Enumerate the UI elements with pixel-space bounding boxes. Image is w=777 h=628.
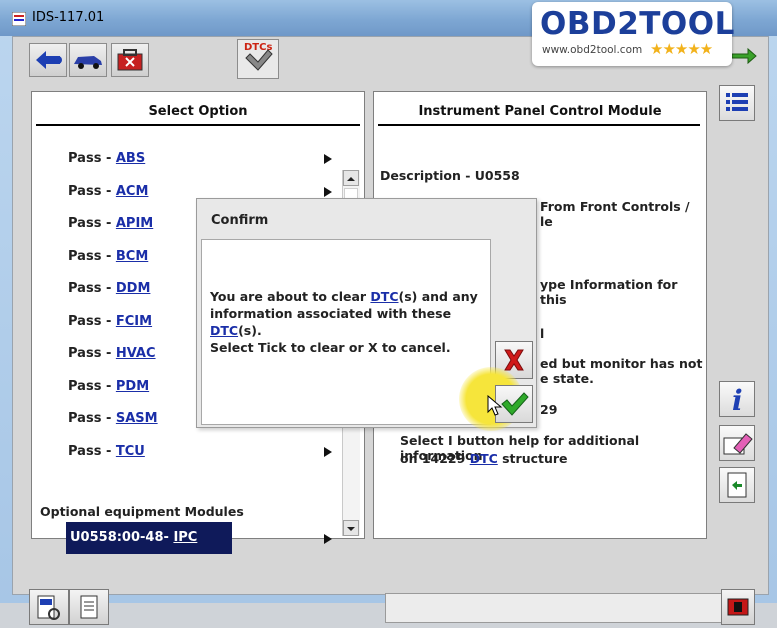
- arrow-right-icon[interactable]: [324, 187, 332, 197]
- dtc-link[interactable]: DTC: [370, 289, 398, 304]
- module-link[interactable]: HVAC: [116, 346, 156, 361]
- list-view-button[interactable]: [719, 85, 755, 121]
- description-heading: Description - U0558: [380, 168, 520, 183]
- module-link[interactable]: IPC: [173, 530, 197, 545]
- info-icon: i: [732, 384, 743, 417]
- report-button[interactable]: [719, 467, 755, 503]
- bottom-tab-notes[interactable]: [69, 589, 109, 625]
- clipboard-check-icon: [245, 49, 273, 71]
- module-link[interactable]: PDM: [116, 379, 149, 394]
- selected-list-item[interactable]: U0558:00-48- IPC: [66, 522, 232, 554]
- dtc-tab[interactable]: DTCs: [237, 39, 279, 79]
- description-line: l: [540, 326, 545, 341]
- mouse-pointer-icon: [487, 395, 503, 416]
- optional-modules-label: Optional equipment Modules: [40, 504, 244, 519]
- module-link[interactable]: DDM: [116, 281, 151, 296]
- svg-text:i: i: [732, 384, 743, 416]
- scroll-down-button[interactable]: [343, 520, 359, 536]
- module-link[interactable]: BCM: [116, 249, 148, 264]
- back-arrow-icon: [36, 51, 62, 69]
- bottom-tab-diagnostics[interactable]: [29, 589, 69, 625]
- list-icon: [726, 93, 748, 111]
- module-link[interactable]: APIM: [116, 216, 153, 231]
- exit-icon: [727, 598, 749, 616]
- document-icon: [727, 472, 747, 498]
- info-button[interactable]: i: [719, 381, 755, 417]
- exit-button[interactable]: [721, 589, 755, 625]
- toolbox-icon: [117, 49, 143, 71]
- select-option-title: Select Option: [148, 104, 248, 119]
- app-window: IDS-117.01 DTCs Select Option Pass - ABS…: [0, 0, 777, 625]
- description-line: e state.: [540, 371, 594, 386]
- app-icon: [12, 12, 26, 26]
- description-line: From Front Controls /: [540, 199, 690, 214]
- help-text-line2: on 14229 DTC structure: [400, 451, 568, 466]
- arrow-right-icon[interactable]: [324, 154, 332, 164]
- eraser-icon: [723, 433, 753, 455]
- module-link[interactable]: ACM: [116, 184, 149, 199]
- eraser-button[interactable]: [719, 425, 755, 461]
- chevron-up-icon: [347, 177, 355, 181]
- dialog-body: You are about to clear DTC(s) and any in…: [201, 239, 491, 425]
- chevron-down-icon: [347, 527, 355, 531]
- window-title: IDS-117.01: [32, 10, 105, 25]
- panel-divider: [36, 124, 360, 126]
- module-link[interactable]: ABS: [116, 151, 145, 166]
- back-button[interactable]: [29, 43, 67, 77]
- module-link[interactable]: TCU: [116, 444, 145, 459]
- arrow-right-icon[interactable]: [324, 534, 332, 544]
- dtc-link[interactable]: DTC: [210, 323, 238, 338]
- arrow-right-icon[interactable]: [324, 447, 332, 457]
- brand-url: www.obd2tool.com: [542, 44, 643, 56]
- description-line: 29: [540, 402, 558, 417]
- list-item[interactable]: Pass - TCU: [68, 440, 228, 464]
- scanner-icon: [37, 595, 60, 620]
- dialog-message: You are about to clear DTC(s) and any in…: [210, 289, 478, 355]
- scroll-up-button[interactable]: [343, 170, 359, 186]
- panel-divider: [378, 124, 700, 126]
- confirm-dialog: Confirm You are about to clear DTC(s) an…: [196, 198, 537, 431]
- module-link[interactable]: SASM: [116, 411, 158, 426]
- brand-logo-text: OBD2TOOL: [540, 6, 735, 42]
- description-line: ed but monitor has not: [540, 356, 703, 371]
- list-item[interactable]: Pass - ABS: [68, 147, 228, 171]
- dtc-link[interactable]: DTC: [470, 451, 498, 466]
- description-line: le: [540, 214, 553, 229]
- description-line: ype Information for this: [540, 277, 678, 307]
- brand-watermark: OBD2TOOL www.obd2tool.com ★★★★★: [532, 2, 735, 66]
- module-link[interactable]: FCIM: [116, 314, 152, 329]
- status-bar: [385, 593, 731, 623]
- vehicle-button[interactable]: [69, 43, 107, 77]
- brand-stars: ★★★★★: [650, 40, 713, 58]
- dialog-title: Confirm: [211, 213, 269, 228]
- module-title: Instrument Panel Control Module: [418, 104, 662, 119]
- car-icon: [74, 56, 102, 69]
- toolbox-button[interactable]: [111, 43, 149, 77]
- notepad-icon: [80, 595, 98, 619]
